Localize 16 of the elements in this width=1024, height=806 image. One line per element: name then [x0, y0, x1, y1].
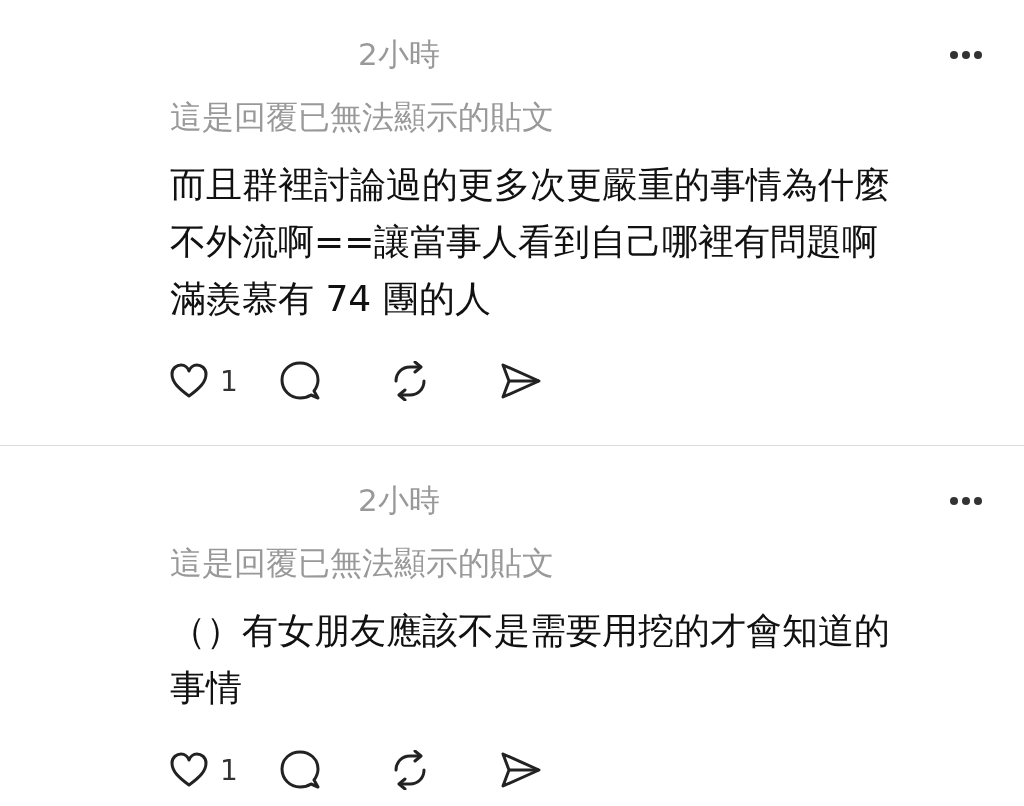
like-count: 1 — [220, 364, 238, 398]
reply-context: 這是回覆已無法顯示的貼文 — [170, 97, 555, 138]
share-icon[interactable] — [500, 362, 542, 400]
like-count: 1 — [220, 753, 238, 787]
reply-context: 這是回覆已無法顯示的貼文 — [170, 543, 555, 584]
post-text: （）有女朋友應該不是需要用挖的才會知道的 事情 — [170, 609, 891, 710]
post-text: 而且群裡討論過的更多次更嚴重的事情為什麼 不外流啊==讓當事人看到自己哪裡有問題啊 滿羨慕有 74 團的人 — [170, 163, 891, 321]
post-time: 2小時 — [358, 35, 440, 74]
heart-icon[interactable] — [170, 752, 208, 788]
comment-icon[interactable] — [280, 750, 320, 790]
more-icon[interactable] — [949, 50, 983, 60]
more-icon[interactable] — [949, 496, 983, 506]
heart-icon[interactable] — [170, 363, 208, 399]
post-time: 2小時 — [358, 481, 440, 520]
share-icon[interactable] — [500, 751, 542, 789]
comment-icon[interactable] — [280, 361, 320, 401]
